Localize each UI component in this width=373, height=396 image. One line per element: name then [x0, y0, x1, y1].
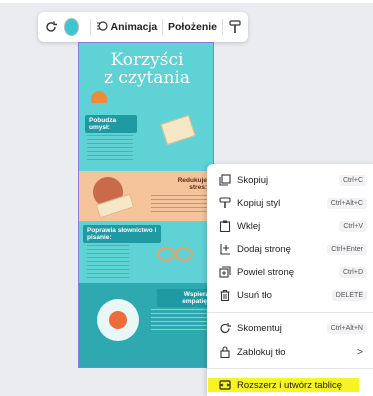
position-label: Położenie	[168, 21, 218, 33]
floating-toolbar: Animacja Położenie	[38, 12, 248, 42]
menu-item-label: Rozszerz i utwórz tablicę	[237, 379, 343, 391]
animation-label: Animacja	[110, 21, 158, 33]
menu-item-shortcut: DELETE	[331, 289, 367, 301]
glasses-illustration	[175, 247, 193, 261]
menu-item-label: Skomentuj	[237, 322, 282, 334]
menu-item-label: Zablokuj tło	[237, 346, 286, 358]
book-illustration	[160, 114, 196, 146]
glasses-illustration	[157, 247, 175, 261]
comment-add-icon[interactable]	[44, 18, 58, 36]
lock-icon	[219, 346, 231, 358]
menu-item-label: Wklej	[237, 220, 261, 232]
menu-divider	[207, 312, 373, 313]
position-button[interactable]: Położenie	[168, 21, 217, 33]
menu-item-label: Powiel stronę	[237, 266, 295, 278]
comment-icon	[219, 322, 231, 334]
poster-title-line1: Korzyści	[110, 50, 184, 70]
section-label-empathy: Wspiera empatię:	[157, 289, 213, 307]
poster-title-line2: z czytania	[104, 68, 190, 88]
menu-item-copy[interactable]: Skopiuj Ctrl+C	[207, 170, 373, 190]
menu-item-lock-background[interactable]: Zablokuj tło >	[207, 342, 373, 362]
section-label-stress: Redukuje stres:	[177, 177, 207, 191]
menu-item-expand-whiteboard[interactable]: Rozszerz i utwórz tablicę	[207, 375, 373, 395]
lamp-illustration	[91, 91, 107, 103]
menu-item-shortcut: Ctrl+D	[338, 266, 367, 278]
paint-roller-icon[interactable]	[228, 18, 242, 36]
color-swatch[interactable]	[64, 18, 79, 36]
menu-item-shortcut: Ctrl+Alt+N	[326, 322, 367, 334]
menu-item-label: Dodaj stronę	[237, 243, 291, 255]
menu-item-label: Usuń tło	[237, 289, 272, 301]
menu-item-shortcut: Ctrl+Enter	[327, 243, 367, 255]
copy-icon	[219, 174, 231, 186]
menu-item-shortcut: Ctrl+Alt+C	[326, 197, 367, 209]
section-label-vocabulary: Poprawia słownictwo i pisanie:	[83, 225, 161, 243]
menu-divider	[207, 368, 373, 369]
menu-item-duplicate-page[interactable]: Powiel stronę Ctrl+D	[207, 262, 373, 282]
duplicate-icon	[219, 266, 231, 278]
section-label-stimulates: Pobudza umysł:	[85, 115, 137, 133]
trash-icon	[219, 289, 231, 301]
menu-item-shortcut: Ctrl+V	[339, 220, 367, 232]
menu-item-delete-background[interactable]: Usuń tło DELETE	[207, 285, 373, 305]
menu-item-copy-style[interactable]: Kopiuj styl Ctrl+Alt+C	[207, 193, 373, 213]
page-top-edge	[0, 0, 373, 3]
toolbar-divider	[89, 19, 91, 35]
heart-cup-illustration	[109, 311, 127, 329]
menu-item-comment[interactable]: Skomentuj Ctrl+Alt+N	[207, 318, 373, 338]
animation-icon	[96, 20, 108, 35]
section-text	[151, 195, 209, 215]
menu-item-label: Kopiuj styl	[237, 197, 281, 209]
animation-button[interactable]: Animacja	[96, 20, 158, 35]
menu-item-add-page[interactable]: Dodaj stronę Ctrl+Enter	[207, 239, 373, 259]
menu-item-label: Skopiuj	[237, 174, 269, 186]
menu-item-shortcut: Ctrl+C	[338, 174, 367, 186]
section-text	[87, 245, 129, 281]
section-text	[87, 135, 133, 163]
expand-whiteboard-icon	[219, 379, 231, 391]
section-text	[151, 309, 209, 333]
infographic-page[interactable]: Korzyści z czytania Pobudza umysł: Reduk…	[78, 42, 214, 368]
chevron-right-icon: >	[357, 346, 363, 358]
menu-item-paste[interactable]: Wklej Ctrl+V	[207, 216, 373, 236]
paint-roller-icon	[219, 197, 231, 209]
toolbar-divider	[222, 19, 223, 35]
clipboard-icon	[219, 220, 231, 232]
add-page-icon	[219, 243, 231, 255]
toolbar-divider	[162, 19, 164, 35]
context-menu: Skopiuj Ctrl+C Kopiuj styl Ctrl+Alt+C Wk…	[207, 164, 373, 396]
